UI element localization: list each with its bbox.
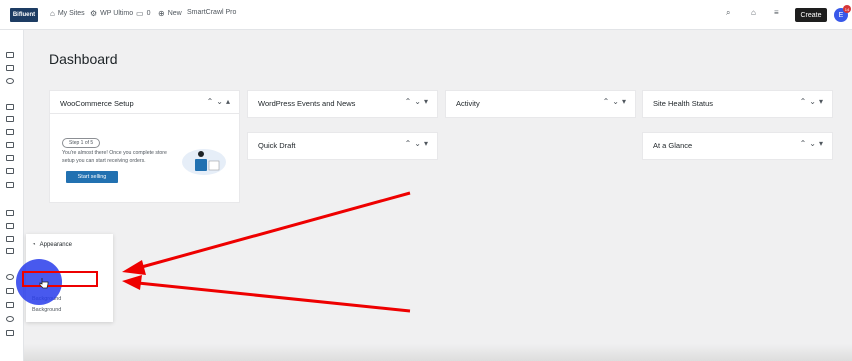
annotation-arrowhead-lower: [122, 275, 142, 290]
bottom-shadow: [24, 344, 852, 361]
annotation-arrowhead-upper: [122, 260, 146, 275]
annotation-arrow-lower: [137, 281, 411, 313]
annotation-arrow-upper: [137, 191, 411, 270]
annotation-arrows: [122, 191, 411, 313]
